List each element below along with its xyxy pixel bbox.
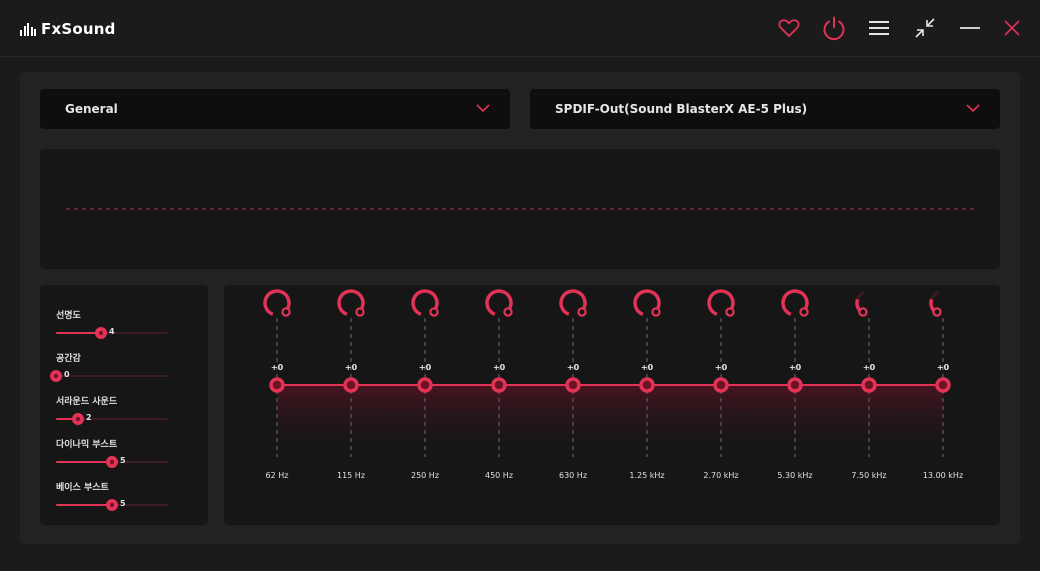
- visualizer-baseline: [66, 208, 974, 210]
- collapse-button[interactable]: [912, 15, 938, 41]
- eq-band-gain: +0: [344, 363, 358, 372]
- minimize-button[interactable]: [957, 15, 983, 41]
- power-button[interactable]: [821, 15, 847, 41]
- effect-value: 5: [120, 456, 126, 465]
- effect-slider-track[interactable]: 2: [56, 413, 168, 425]
- eq-band-gain: +0: [492, 363, 506, 372]
- effect-label: 베이스 부스트: [56, 483, 109, 493]
- menu-button[interactable]: [866, 15, 892, 41]
- effect-slider-handle[interactable]: [72, 413, 84, 425]
- eq-band-frequency: 62 Hz: [265, 471, 289, 480]
- app-logo: FxSound: [20, 19, 116, 39]
- eq-frequency-knob[interactable]: [629, 285, 665, 321]
- eq-frequency-knob[interactable]: [555, 285, 591, 321]
- eq-band-frequency: 1.25 kHz: [629, 471, 665, 480]
- effect-value: 5: [120, 499, 126, 508]
- eq-band-handle[interactable]: [491, 377, 507, 393]
- effect-label: 선명도: [56, 311, 81, 321]
- output-device-value: SPDIF-Out(Sound BlasterX AE-5 Plus): [555, 102, 808, 116]
- effect-slider-handle[interactable]: [95, 327, 107, 339]
- effect-slider-track[interactable]: 4: [56, 327, 168, 339]
- effect-slider-track[interactable]: 5: [56, 499, 168, 511]
- collapse-icon: [915, 18, 935, 38]
- eq-band-handle[interactable]: [343, 377, 359, 393]
- eq-band-handle[interactable]: [269, 377, 285, 393]
- preset-dropdown-value: General: [65, 102, 118, 116]
- effect-slider-handle[interactable]: [106, 456, 118, 468]
- effect-slider-fill: [56, 461, 112, 463]
- eq-frequency-knob[interactable]: [407, 285, 443, 321]
- effect-value: 2: [86, 413, 92, 422]
- eq-frequency-knob[interactable]: [777, 285, 813, 321]
- eq-band-handle[interactable]: [713, 377, 729, 393]
- effect-slider-2: 서라운드 사운드 2: [56, 394, 196, 434]
- effect-value: 4: [109, 327, 115, 336]
- eq-band-handle[interactable]: [417, 377, 433, 393]
- eq-band-gain: +0: [788, 363, 802, 372]
- favorite-button[interactable]: [776, 15, 802, 41]
- effect-slider-handle[interactable]: [50, 370, 62, 382]
- effect-label: 서라운드 사운드: [56, 397, 118, 407]
- eq-frequency-knob[interactable]: [481, 285, 517, 321]
- eq-band-handle[interactable]: [787, 377, 803, 393]
- eq-curve-area: [277, 385, 943, 457]
- eq-band-gain: +0: [714, 363, 728, 372]
- eq-frequency-knob[interactable]: [703, 285, 739, 321]
- effect-slider-1: 공간감 0: [50, 351, 196, 391]
- eq-band-frequency: 630 Hz: [558, 471, 588, 480]
- output-device-dropdown[interactable]: SPDIF-Out(Sound BlasterX AE-5 Plus): [530, 89, 1000, 129]
- close-icon: [1004, 20, 1020, 36]
- effects-panel: 선명도 4 공간감 0 서라운드 사운드 2 다이나믹 부스트 5 베이스 부스트 5: [40, 285, 208, 525]
- eq-band-gain: +0: [418, 363, 432, 372]
- eq-band-frequency: 250 Hz: [410, 471, 440, 480]
- app-title: FxSound: [41, 20, 116, 38]
- heart-icon: [778, 19, 800, 37]
- eq-band-gain: +0: [566, 363, 580, 372]
- eq-band-handle[interactable]: [861, 377, 877, 393]
- effect-slider-3: 다이나믹 부스트 5: [56, 437, 196, 477]
- chevron-down-icon: [966, 104, 980, 113]
- menu-icon: [869, 21, 889, 35]
- logo-icon: [20, 22, 36, 36]
- effect-slider-track[interactable]: 5: [56, 456, 168, 468]
- effect-label: 다이나믹 부스트: [56, 440, 118, 450]
- equalizer-panel: +0 62 Hz +0 115 Hz +0 250 Hz +0 450 Hz +0 630 Hz +…: [224, 285, 1000, 525]
- eq-band-handle[interactable]: [639, 377, 655, 393]
- visualizer-graph: [40, 149, 1000, 269]
- eq-band-gain: +0: [936, 363, 950, 372]
- eq-band-gain: +0: [270, 363, 284, 372]
- equalizer-graph: [269, 318, 951, 457]
- eq-frequency-knob[interactable]: [851, 285, 887, 321]
- eq-band-frequency: 115 Hz: [336, 471, 366, 480]
- effect-slider-0: 선명도 4: [56, 308, 196, 348]
- chevron-down-icon: [476, 104, 490, 113]
- effect-slider-fill: [56, 504, 112, 506]
- preset-dropdown[interactable]: General: [40, 89, 510, 129]
- eq-band-handle[interactable]: [935, 377, 951, 393]
- eq-band-frequency: 2.70 kHz: [703, 471, 739, 480]
- minimize-icon: [960, 27, 980, 29]
- eq-band-frequency: 450 Hz: [484, 471, 514, 480]
- power-icon: [823, 16, 845, 41]
- effect-slider-handle[interactable]: [106, 499, 118, 511]
- eq-frequency-knob[interactable]: [925, 285, 961, 321]
- eq-band-gain: +0: [862, 363, 876, 372]
- effect-label: 공간감: [56, 354, 81, 364]
- eq-frequency-knob[interactable]: [259, 285, 295, 321]
- close-button[interactable]: [999, 15, 1025, 41]
- eq-band-gain: +0: [640, 363, 654, 372]
- eq-frequency-knob[interactable]: [333, 285, 369, 321]
- eq-band-handle[interactable]: [565, 377, 581, 393]
- eq-band-frequency: 5.30 kHz: [777, 471, 813, 480]
- eq-band-frequency: 7.50 kHz: [851, 471, 887, 480]
- eq-band-frequency: 13.00 kHz: [922, 471, 964, 480]
- title-bar: FxSound: [0, 0, 1040, 57]
- effect-slider-4: 베이스 부스트 5: [56, 480, 196, 520]
- effect-value: 0: [64, 370, 70, 379]
- effect-slider-track[interactable]: 0: [50, 370, 168, 382]
